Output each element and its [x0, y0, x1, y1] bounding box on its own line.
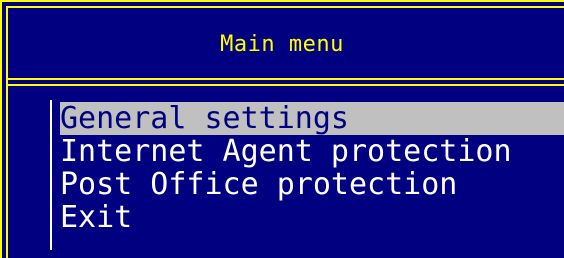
- menu-item-label: Internet Agent protection: [60, 135, 512, 168]
- menu-left-border: [50, 100, 52, 250]
- dos-main-menu-window: Main menu General settings Internet Agen…: [0, 0, 564, 258]
- separator-upper: [6, 78, 564, 80]
- menu-item-exit[interactable]: Exit: [60, 201, 564, 234]
- menu-item-post-office-protection[interactable]: Post Office protection: [60, 168, 564, 201]
- menu-item-label: Post Office protection: [60, 168, 458, 201]
- window-title: Main menu: [220, 32, 344, 57]
- menu-item-internet-agent-protection[interactable]: Internet Agent protection: [60, 135, 564, 168]
- frame-top-outer: [0, 0, 564, 2]
- main-menu-list: General settings Internet Agent protecti…: [50, 100, 564, 250]
- separator-lower: [6, 84, 564, 86]
- frame-top-inner: [6, 6, 564, 8]
- menu-item-label: General settings: [60, 102, 349, 135]
- menu-item-general-settings[interactable]: General settings: [60, 102, 564, 135]
- menu-item-label: Exit: [60, 201, 133, 234]
